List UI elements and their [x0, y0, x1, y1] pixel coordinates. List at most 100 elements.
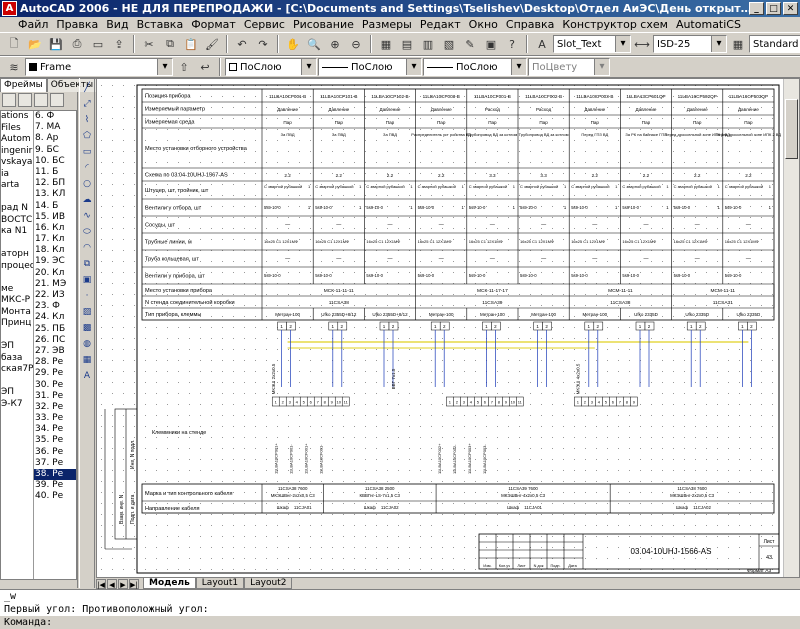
open-icon[interactable]: 📂 [25, 35, 45, 53]
design-center-icon[interactable]: ▤ [397, 35, 417, 53]
panel-tool-icon[interactable] [50, 93, 64, 107]
menu-item[interactable]: Редакт [416, 18, 465, 31]
ellipse-arc-icon[interactable]: ◠ [81, 242, 94, 255]
tree-item[interactable]: ia [1, 169, 33, 181]
list-item[interactable]: 11. Б [34, 167, 76, 178]
gradient-icon[interactable]: ▩ [81, 322, 94, 335]
list-item[interactable]: 40. Ре [34, 491, 76, 502]
list-item[interactable]: 17. Кл [34, 234, 76, 245]
menu-item[interactable]: Справка [502, 18, 558, 31]
zoom-previous-icon[interactable]: ⊖ [346, 35, 366, 53]
layer-manager-icon[interactable]: ≋ [4, 58, 24, 76]
panel-tool-icon[interactable] [18, 93, 32, 107]
layer-previous-icon[interactable]: ↩ [195, 58, 215, 76]
last-tab-icon[interactable]: ▶| [129, 578, 139, 589]
list-item[interactable]: 31. Ре [34, 391, 76, 402]
polygon-icon[interactable]: ⬠ [81, 130, 94, 143]
cut-icon[interactable]: ✂ [139, 35, 159, 53]
tab-frames[interactable]: Фреймы [0, 78, 47, 92]
panel-tool-icon[interactable] [34, 93, 48, 107]
list-item[interactable]: 32. Ре [34, 402, 76, 413]
table-style-select[interactable]: Standard [749, 35, 800, 53]
tree-item[interactable] [1, 376, 33, 388]
maximize-button[interactable]: □ [766, 2, 781, 15]
menu-item[interactable]: Формат [187, 18, 240, 31]
line-icon[interactable]: ╱ [81, 82, 94, 95]
list-item[interactable]: 16. Кл [34, 223, 76, 234]
zoom-realtime-icon[interactable]: 🔍 [304, 35, 324, 53]
list-item[interactable]: 29. Ре [34, 368, 76, 379]
tree-item[interactable]: Э-К7 [1, 399, 33, 411]
layer-select[interactable]: Frame [25, 58, 173, 76]
properties-icon[interactable]: ▦ [376, 35, 396, 53]
lineweight-select[interactable]: ПоСлою [423, 58, 527, 76]
list-item[interactable]: 18. Кл [34, 245, 76, 256]
xline-icon[interactable]: ⤢ [81, 98, 94, 111]
make-current-icon[interactable]: ⇧ [174, 58, 194, 76]
tool-palettes-icon[interactable]: ▥ [418, 35, 438, 53]
list-item[interactable]: 30. Ре [34, 380, 76, 391]
list-item[interactable]: 23. Ф [34, 301, 76, 312]
command-line[interactable]: _w Первый угол: Противоположный угол: Ко… [0, 589, 800, 629]
tree-item[interactable]: Принц [1, 318, 33, 330]
ellipse-icon[interactable]: ⬭ [81, 226, 94, 239]
tree-item[interactable] [1, 330, 33, 342]
menu-item[interactable]: Файл [14, 18, 52, 31]
scroll-thumb[interactable] [785, 99, 798, 159]
list-item[interactable]: 20. Кл [34, 268, 76, 279]
sheet-set-icon[interactable]: ▧ [439, 35, 459, 53]
tree-item[interactable]: МКС-Р [1, 295, 33, 307]
menu-item[interactable]: Рисование [289, 18, 358, 31]
tree-item[interactable]: Autom [1, 134, 33, 146]
color-select[interactable]: ПоСлою [225, 58, 317, 76]
match-properties-icon[interactable]: 🖌 [202, 35, 222, 53]
menu-item[interactable]: Правка [52, 18, 102, 31]
dim-style-select[interactable]: ISD-25 [653, 35, 727, 53]
help-icon[interactable]: ? [502, 35, 522, 53]
copy-icon[interactable]: ⧉ [160, 35, 180, 53]
list-item[interactable]: 10. БС [34, 156, 76, 167]
tree-item[interactable]: Монта [1, 307, 33, 319]
menu-item[interactable]: Вид [102, 18, 132, 31]
list-item[interactable]: 8. Ар [34, 133, 76, 144]
tree-item[interactable] [1, 272, 33, 284]
arc-icon[interactable]: ◜ [81, 162, 94, 175]
print-icon[interactable]: ⎙ [67, 35, 87, 53]
panel-tool-icon[interactable] [2, 93, 16, 107]
spline-icon[interactable]: ∿ [81, 210, 94, 223]
tree-item[interactable] [1, 192, 33, 204]
tree-item[interactable]: ingenir [1, 146, 33, 158]
publish-icon[interactable]: ⇪ [109, 35, 129, 53]
list-item[interactable]: 27. ЭВ [34, 346, 76, 357]
tree-item[interactable]: ме [1, 284, 33, 296]
list-item[interactable]: 19. ЭС [34, 256, 76, 267]
list-item[interactable]: 24. Кл [34, 312, 76, 323]
list-item[interactable]: 37. Ре [34, 458, 76, 469]
save-icon[interactable]: 💾 [46, 35, 66, 53]
text-style-icon[interactable]: A [532, 35, 552, 53]
menu-item[interactable]: Размеры [358, 18, 416, 31]
revcloud-icon[interactable]: ☁ [81, 194, 94, 207]
list-item[interactable]: 9. БС [34, 145, 76, 156]
list-item[interactable]: 39. Ре [34, 480, 76, 491]
point-icon[interactable]: · [81, 290, 94, 303]
tree-item[interactable]: vskaya [1, 157, 33, 169]
circle-icon[interactable]: ○ [81, 178, 94, 191]
tree-item[interactable]: ская7Р [1, 364, 33, 376]
list-item[interactable]: 25. ПБ [34, 324, 76, 335]
region-icon[interactable]: ◍ [81, 338, 94, 351]
tree-item[interactable]: рад N [1, 203, 33, 215]
plotstyle-select[interactable]: ПоЦвету [528, 58, 610, 76]
polyline-icon[interactable]: ⌇ [81, 114, 94, 127]
rectangle-icon[interactable]: ▭ [81, 146, 94, 159]
frames-list[interactable]: 6. Ф 7. МА 8. Ар 9. БС 10. БС 11. Б 12. БП 13. … [34, 111, 76, 579]
list-item[interactable]: 28. Ре [34, 357, 76, 368]
list-item[interactable]: 26. ПС [34, 335, 76, 346]
drawing-area[interactable]: Взам. инв. N Подп. и дата Инв. N подл. Пози… [96, 78, 800, 578]
tab-model[interactable]: Модель [143, 578, 196, 589]
first-tab-icon[interactable]: |◀ [96, 578, 106, 589]
tree-item[interactable]: arta [1, 180, 33, 192]
frames-tree[interactable]: ations Files Autom ingenir vskaya ia arta рад N… [1, 111, 34, 579]
list-item[interactable]: 38. Ре [34, 469, 76, 481]
command-prompt[interactable]: Команда: [0, 616, 800, 629]
